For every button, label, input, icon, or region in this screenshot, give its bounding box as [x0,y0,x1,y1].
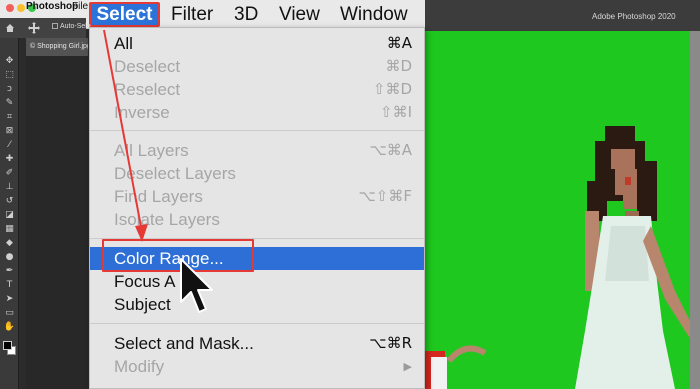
menu-item-label: Deselect Layers [114,164,236,183]
menu-item-inverse[interactable]: Inverse ⇧⌘I [90,101,424,124]
rectangle-tool-icon[interactable]: ▭ [3,307,16,320]
submenu-arrow-icon: ▶ [403,360,412,373]
menu-filter[interactable]: Filter [171,3,213,27]
history-brush-tool-icon[interactable]: ↺ [3,195,16,208]
select-dropdown-menu: All ⌘A Deselect ⌘D Reselect ⇧⌘D Inverse … [89,27,425,389]
type-tool-icon[interactable]: T [3,279,16,292]
menu-item-isolate-layers[interactable]: Isolate Layers [90,208,424,231]
menu-item-label: Find Layers [114,187,203,206]
eyedropper-tool-icon[interactable]: ⁄ [3,139,16,152]
close-window-icon[interactable] [6,4,14,12]
menu-item-label: Subject [114,295,171,314]
menu-select[interactable]: Select [89,2,160,27]
menu-item-deselect-layers[interactable]: Deselect Layers [90,162,424,185]
blur-tool-icon[interactable]: ◆ [3,237,16,250]
quick-select-tool-icon[interactable]: ✎ [3,97,16,110]
menu-3d[interactable]: 3D [234,3,258,27]
menu-item-label: Reselect [114,80,181,99]
menu-item-shortcut: ⌥⇧⌘F [358,187,412,205]
menu-item-label: Select and Mask... [114,334,254,353]
menu-item-select-and-mask[interactable]: Select and Mask... ⌥⌘R [90,332,424,355]
menu-separator [90,323,424,324]
menu-item-label: All Layers [114,141,189,160]
home-icon[interactable] [5,23,15,33]
menu-item-label: All [114,34,133,53]
menu-item-modify[interactable]: Modify ▶ [90,355,424,378]
menu-item-label: Modify [114,357,165,376]
clone-stamp-tool-icon[interactable]: ⊥ [3,181,16,194]
move-tool-icon[interactable]: ✥ [3,55,16,68]
menu-item-shortcut: ⇧⌘D [372,80,412,98]
menu-window[interactable]: Window [340,3,408,27]
image-canvas[interactable] [425,31,700,389]
healing-brush-tool-icon[interactable]: ✚ [3,153,16,166]
menu-item-label: Isolate Layers [114,210,220,229]
options-bar: Auto-Sele [0,18,91,38]
hand-tool-icon[interactable]: ✋ [3,321,16,334]
tools-panel: ✥ ⬚ ↄ ✎ ⌗ ⊠ ⁄ ✚ ✐ ⊥ ↺ ◪ ▦ ◆ ● ✒ T ➤ ▭ ✋ [0,38,19,389]
woman-with-shopping-bags-image [425,126,695,389]
menu-item-all-layers[interactable]: All Layers ⌥⌘A [90,139,424,162]
menu-item-shortcut: ⌘A [386,34,412,52]
menu-item-focus-area[interactable]: Focus A [90,270,424,293]
minimize-window-icon[interactable] [17,4,25,12]
menu-item-label: Deselect [114,57,181,76]
gradient-tool-icon[interactable]: ▦ [3,223,16,236]
auto-select-option[interactable]: Auto-Sele [52,23,91,30]
menu-separator [90,130,424,131]
app-menu-photoshop[interactable]: Photoshop [26,1,78,12]
auto-select-label: Auto-Sele [60,23,91,30]
menu-item-all[interactable]: All ⌘A [90,32,424,55]
menu-view[interactable]: View [279,3,320,27]
auto-select-checkbox[interactable] [52,23,58,29]
panel-dock-strip [690,31,700,389]
menu-item-label: Focus A [114,272,176,291]
menu-item-reselect[interactable]: Reselect ⇧⌘D [90,78,424,101]
menu-file[interactable]: File [72,1,88,12]
foreground-color-swatch[interactable] [3,341,12,350]
menu-item-shortcut: ⌘D [385,57,412,75]
brush-tool-icon[interactable]: ✐ [3,167,16,180]
menu-item-shortcut: ⌥⌘A [369,141,412,159]
annotation-highlight-box [102,239,254,272]
frame-tool-icon[interactable]: ⊠ [3,125,16,138]
pen-tool-icon[interactable]: ✒ [3,265,16,278]
document-area [26,56,88,389]
menu-item-find-layers[interactable]: Find Layers ⌥⇧⌘F [90,185,424,208]
crop-tool-icon[interactable]: ⌗ [3,111,16,124]
menu-item-shortcut: ⇧⌘I [380,103,412,121]
window-title: Adobe Photoshop 2020 [592,12,676,21]
menu-item-subject[interactable]: Subject [90,293,424,316]
lasso-tool-icon[interactable]: ↄ [3,83,16,96]
path-select-tool-icon[interactable]: ➤ [3,293,16,306]
eraser-tool-icon[interactable]: ◪ [3,209,16,222]
menu-item-deselect[interactable]: Deselect ⌘D [90,55,424,78]
dodge-tool-icon[interactable]: ● [3,251,16,264]
menu-item-label: Inverse [114,103,170,122]
move-tool-icon[interactable] [28,22,40,34]
menu-item-shortcut: ⌥⌘R [369,334,412,352]
marquee-tool-icon[interactable]: ⬚ [3,69,16,82]
document-tab[interactable]: © Shopping Girl.jpg [26,38,88,56]
